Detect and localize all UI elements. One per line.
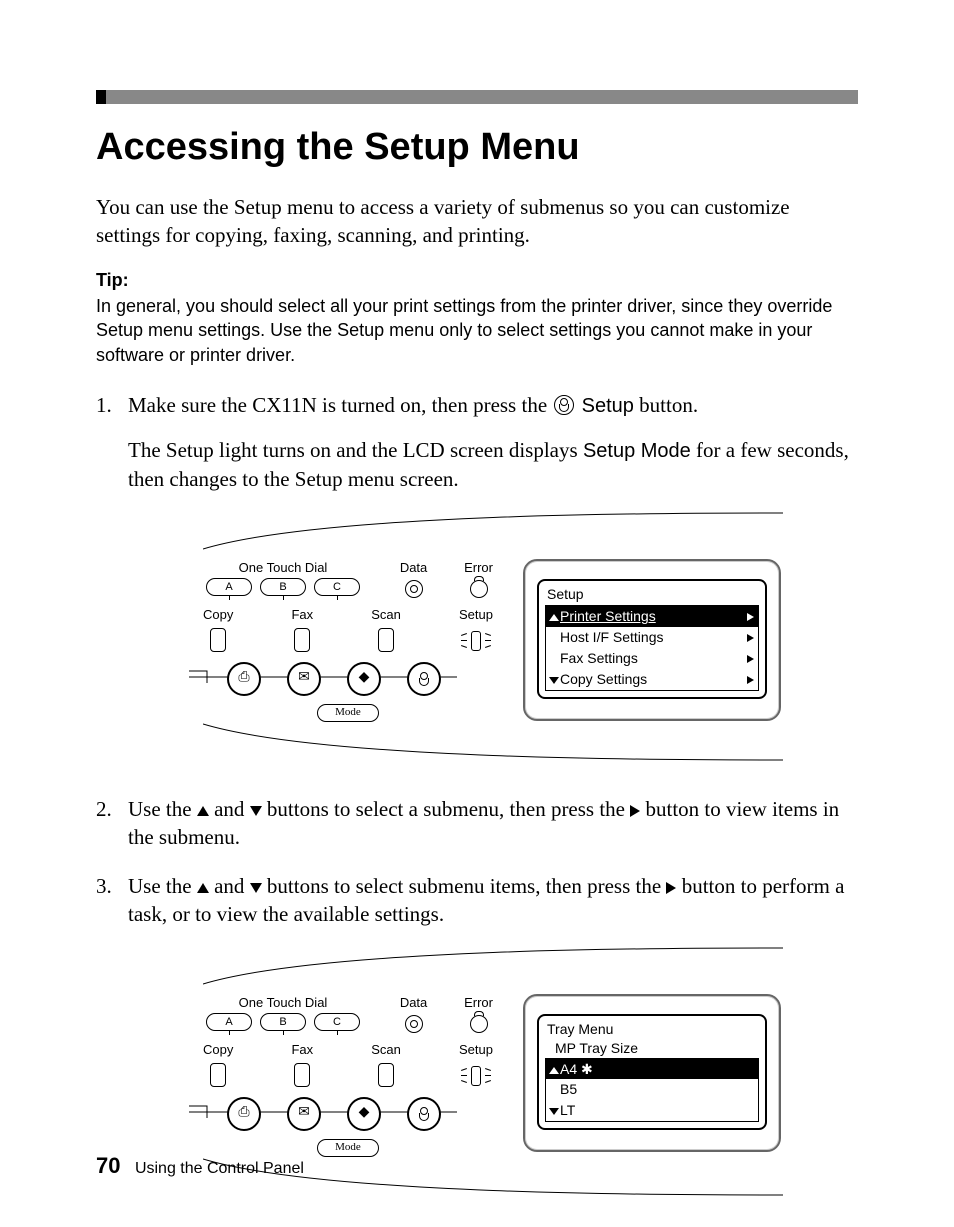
chevron-right-icon — [747, 676, 754, 684]
page: Accessing the Setup Menu You can use the… — [0, 0, 954, 1227]
tip-text: In general, you should select all your p… — [96, 296, 832, 365]
copy-mode-button: ⎙ — [227, 662, 261, 696]
lcd2-subtitle: MP Tray Size — [545, 1039, 759, 1058]
fax-small-button — [294, 628, 310, 652]
error-led-icon — [470, 1015, 488, 1033]
lcd-screen-2: Tray Menu MP Tray Size A4 ✱ — [537, 1014, 767, 1130]
page-title: Accessing the Setup Menu — [96, 126, 858, 169]
lcd-frame-1: Setup Printer Settings Host I/F Settings — [523, 559, 781, 721]
lcd-screen-1: Setup Printer Settings Host I/F Settings — [537, 579, 767, 699]
intro-paragraph: You can use the Setup menu to access a v… — [96, 193, 858, 250]
scan-icon: ◆ — [359, 1104, 370, 1123]
setup-icon — [415, 1105, 433, 1123]
right-triangle-icon — [666, 882, 676, 894]
data-led-icon — [405, 1015, 423, 1033]
copy-small-button — [210, 628, 226, 652]
otd-a-button: A — [206, 1013, 252, 1031]
fax-icon: ✉ — [298, 669, 310, 688]
control-panel-diagram-1: One Touch Dial A B C Data — [203, 511, 783, 769]
data-led-icon — [405, 580, 423, 598]
copy-icon: ⎙ — [238, 1104, 249, 1123]
fax-icon: ✉ — [298, 1104, 310, 1123]
chevron-right-icon — [747, 613, 754, 621]
chevron-right-icon — [747, 634, 754, 642]
copy-mode-button: ⎙ — [227, 1097, 261, 1131]
setup-icon — [415, 670, 433, 688]
page-number: 70 — [96, 1153, 120, 1178]
scan-icon: ◆ — [359, 669, 370, 688]
up-arrow-icon — [549, 614, 559, 621]
lcd2-item-b5: B5 — [546, 1079, 758, 1100]
setup-person-icon — [554, 395, 574, 415]
error-led-column: Error — [464, 559, 493, 599]
mode-label-pill: Mode — [317, 1139, 379, 1157]
lcd1-item-fax: Fax Settings — [546, 648, 758, 669]
setup-active-icon — [461, 1063, 491, 1087]
error-led-icon — [470, 580, 488, 598]
down-arrow-icon — [549, 677, 559, 684]
setup-mode-button — [407, 662, 441, 696]
buttons-panel: One Touch Dial A B C Data Error — [203, 994, 493, 1157]
diagram-top-curve — [203, 946, 783, 986]
step-1-sub: The Setup light turns on and the LCD scr… — [128, 436, 858, 493]
step-1: Make sure the CX11N is turned on, then p… — [96, 391, 858, 769]
lcd2-item-lt: LT — [546, 1100, 758, 1121]
otd-c-button: C — [314, 578, 360, 596]
copy-small-button — [210, 1063, 226, 1087]
tip-block: Tip: In general, you should select all y… — [96, 268, 858, 367]
down-triangle-icon — [250, 806, 262, 816]
chevron-right-icon — [747, 655, 754, 663]
fax-small-button — [294, 1063, 310, 1087]
up-triangle-icon — [197, 883, 209, 893]
scan-small-button — [378, 1063, 394, 1087]
page-footer: 70 Using the Control Panel — [96, 1153, 304, 1179]
one-touch-dial-label: One Touch Dial — [203, 559, 363, 577]
lcd1-item-copy: Copy Settings — [546, 669, 758, 690]
scan-mode-button: ◆ — [347, 662, 381, 696]
diagram-bottom-curve — [203, 722, 783, 762]
scan-mode-button: ◆ — [347, 1097, 381, 1131]
step-2: Use the and buttons to select a submenu,… — [96, 795, 858, 852]
lcd2-item-a4: A4 ✱ — [546, 1059, 758, 1080]
copy-icon: ⎙ — [238, 669, 249, 688]
tip-label: Tip: — [96, 268, 858, 292]
setup-active-icon — [461, 628, 491, 652]
steps-list: Make sure the CX11N is turned on, then p… — [96, 391, 858, 1204]
up-triangle-icon — [197, 806, 209, 816]
mode-label-pill: Mode — [317, 704, 379, 722]
lcd1-title: Setup — [545, 585, 759, 606]
down-arrow-icon — [549, 1108, 559, 1115]
otd-c-button: C — [314, 1013, 360, 1031]
one-touch-dial-label: One Touch Dial — [203, 994, 363, 1012]
down-triangle-icon — [250, 883, 262, 893]
lcd1-item-host-if: Host I/F Settings — [546, 627, 758, 648]
fax-mode-button: ✉ — [287, 662, 321, 696]
up-arrow-icon — [549, 1067, 559, 1074]
otd-b-button: B — [260, 1013, 306, 1031]
diagram-top-curve — [203, 511, 783, 551]
right-triangle-icon — [630, 805, 640, 817]
scan-small-button — [378, 628, 394, 652]
lcd1-item-printer-settings: Printer Settings — [546, 606, 758, 627]
setup-mode-button — [407, 1097, 441, 1131]
fax-mode-button: ✉ — [287, 1097, 321, 1131]
data-led-column: Data — [400, 559, 427, 599]
lcd2-title: Tray Menu — [545, 1020, 759, 1039]
decorative-top-bar — [96, 90, 858, 104]
otd-b-button: B — [260, 578, 306, 596]
buttons-panel: One Touch Dial A B C Data — [203, 559, 493, 722]
lcd-frame-2: Tray Menu MP Tray Size A4 ✱ — [523, 994, 781, 1152]
otd-a-button: A — [206, 578, 252, 596]
footer-section-title: Using the Control Panel — [135, 1160, 304, 1177]
